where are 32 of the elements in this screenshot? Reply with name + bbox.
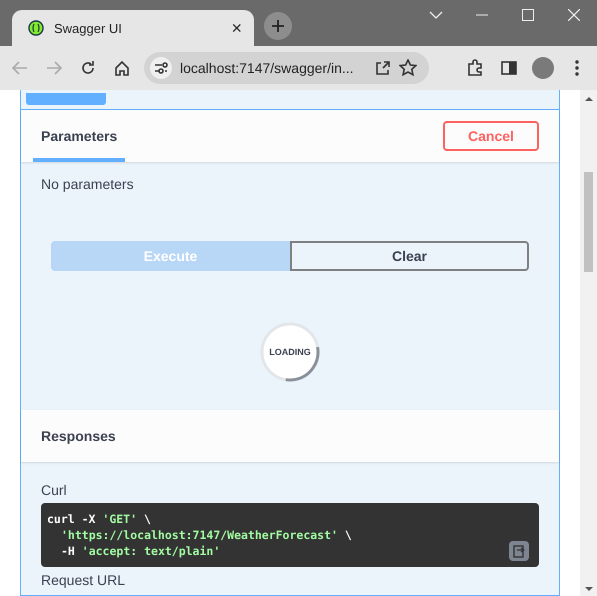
clear-button[interactable]: Clear: [290, 241, 529, 271]
side-panel-icon[interactable]: [501, 60, 517, 76]
reload-icon[interactable]: [80, 60, 96, 76]
scroll-up-icon[interactable]: [584, 96, 592, 102]
site-settings-icon[interactable]: [150, 57, 172, 79]
share-icon[interactable]: [375, 60, 391, 76]
request-url-label: Request URL: [41, 572, 126, 588]
curl-label: Curl: [41, 482, 68, 498]
address-bar[interactable]: localhost:7147/swagger/in...: [144, 52, 429, 84]
empty-parameters-text: No parameters: [41, 176, 135, 192]
menu-icon[interactable]: [575, 60, 579, 76]
puzzle-icon[interactable]: [466, 59, 484, 77]
profile-avatar[interactable]: [532, 57, 554, 79]
tab-title: Swagger UI: [54, 20, 123, 36]
copy-icon[interactable]: [509, 541, 529, 561]
parameters-tab[interactable]: Parameters: [33, 110, 126, 162]
browser-tab[interactable]: Swagger UI ×: [12, 10, 254, 46]
minimize-icon[interactable]: [476, 14, 488, 16]
globe-icon: [28, 20, 44, 36]
home-icon[interactable]: [114, 60, 130, 76]
loading-spinner: LOADING: [260, 322, 320, 382]
chevron-down-icon[interactable]: [429, 11, 443, 19]
scroll-down-icon[interactable]: [584, 586, 592, 592]
plus-icon: [271, 19, 285, 33]
maximize-icon[interactable]: [522, 9, 534, 21]
responses-title: Responses: [41, 428, 116, 444]
new-tab-button[interactable]: [264, 12, 292, 40]
curl-code-block: curl -X 'GET' \ 'https://localhost:7147/WeatherForecast' \ -H 'accept: text/plain': [41, 503, 539, 567]
close-tab-button[interactable]: ×: [231, 18, 242, 38]
close-icon[interactable]: [568, 9, 580, 21]
star-icon[interactable]: [399, 59, 417, 77]
scrollbar-thumb[interactable]: [584, 172, 593, 272]
